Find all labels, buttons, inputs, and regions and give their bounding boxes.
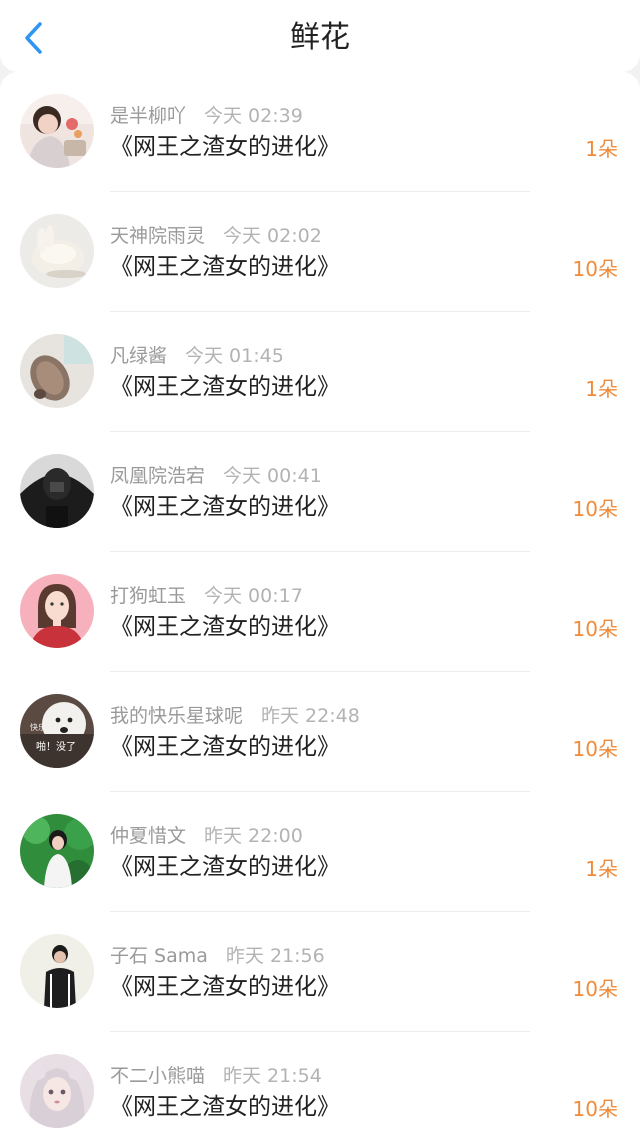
top-bar: 鲜花 [0,0,640,72]
flower-count: 10朵 [572,617,618,641]
flower-count: 10朵 [572,737,618,761]
flower-count: 1朵 [585,377,618,401]
user-name[interactable]: 打狗虹玉 [110,585,186,607]
avatar[interactable] [20,454,94,528]
timestamp: 昨天 21:56 [225,945,325,967]
user-name[interactable]: 仲夏惜文 [110,825,186,847]
user-name[interactable]: 不二小熊喵 [110,1065,205,1087]
user-name[interactable]: 子石 Sama [110,945,208,967]
timestamp: 今天 02:02 [223,225,322,247]
avatar-image [20,934,94,1008]
timestamp: 今天 01:45 [185,345,284,367]
avatar-image [20,94,94,168]
timestamp: 昨天 22:48 [261,705,360,727]
list-item[interactable]: 仲夏惜文 昨天 22:00 《网王之渣女的进化》 1朵 [0,792,640,912]
avatar[interactable] [20,934,94,1008]
item-meta: 我的快乐星球呢 昨天 22:48 [110,702,360,730]
list-item[interactable]: 打狗虹玉 今天 00:17 《网王之渣女的进化》 10朵 [0,552,640,672]
page-title: 鲜花 [290,20,350,55]
list-item[interactable]: 凡绿酱 今天 01:45 《网王之渣女的进化》 1朵 [0,312,640,432]
avatar[interactable] [20,574,94,648]
list-item[interactable]: 天神院雨灵 今天 02:02 《网王之渣女的进化》 10朵 [0,192,640,312]
timestamp: 今天 00:41 [223,465,322,487]
list-item[interactable]: 是半柳吖 今天 02:39 《网王之渣女的进化》 1朵 [0,72,640,192]
avatar-caption: 啪！没了 [36,740,76,753]
avatar[interactable]: 快乐 啪！没了 [20,694,94,768]
user-name[interactable]: 是半柳吖 [110,105,186,127]
avatar-image [20,1054,94,1128]
flower-count: 10朵 [572,1097,618,1121]
item-meta: 天神院雨灵 今天 02:02 [110,222,322,250]
timestamp: 今天 00:17 [204,585,303,607]
book-title[interactable]: 《网王之渣女的进化》 [110,730,340,764]
user-name[interactable]: 凤凰院浩宕 [110,465,205,487]
avatar-image [20,214,94,288]
avatar[interactable] [20,814,94,888]
flower-count: 10朵 [572,257,618,281]
user-name[interactable]: 天神院雨灵 [110,225,205,247]
avatar[interactable] [20,214,94,288]
timestamp: 今天 02:39 [204,105,303,127]
flower-count: 10朵 [572,497,618,521]
list-item[interactable]: 凤凰院浩宕 今天 00:41 《网王之渣女的进化》 10朵 [0,432,640,552]
book-title[interactable]: 《网王之渣女的进化》 [110,490,340,524]
item-meta: 凤凰院浩宕 今天 00:41 [110,462,322,490]
list-item[interactable]: 快乐 啪！没了 我的快乐星球呢 昨天 22:48 《网王之渣女的进化》 10朵 [0,672,640,792]
item-meta: 仲夏惜文 昨天 22:00 [110,822,303,850]
timestamp: 昨天 21:54 [223,1065,322,1087]
flower-count: 1朵 [585,137,618,161]
avatar-caption: 快乐 [30,722,46,732]
book-title[interactable]: 《网王之渣女的进化》 [110,850,340,884]
avatar-image [20,454,94,528]
flower-list: 是半柳吖 今天 02:39 《网王之渣女的进化》 1朵 天神院雨灵 今天 02:02… [0,72,640,1143]
avatar[interactable] [20,94,94,168]
avatar-image: 快乐 啪！没了 [20,694,94,768]
avatar[interactable] [20,1054,94,1128]
item-meta: 是半柳吖 今天 02:39 [110,102,303,130]
book-title[interactable]: 《网王之渣女的进化》 [110,970,340,1004]
item-meta: 子石 Sama 昨天 21:56 [110,942,325,970]
item-meta: 凡绿酱 今天 01:45 [110,342,284,370]
book-title[interactable]: 《网王之渣女的进化》 [110,130,340,164]
book-title[interactable]: 《网王之渣女的进化》 [110,610,340,644]
book-title[interactable]: 《网王之渣女的进化》 [110,1090,340,1124]
avatar-image [20,574,94,648]
item-meta: 不二小熊喵 昨天 21:54 [110,1062,322,1090]
list-item[interactable]: 子石 Sama 昨天 21:56 《网王之渣女的进化》 10朵 [0,912,640,1032]
item-meta: 打狗虹玉 今天 00:17 [110,582,303,610]
user-name[interactable]: 我的快乐星球呢 [110,705,243,727]
flower-count: 10朵 [572,977,618,1001]
avatar-image [20,814,94,888]
flower-count: 1朵 [585,857,618,881]
user-name[interactable]: 凡绿酱 [110,345,167,367]
avatar-image [20,334,94,408]
book-title[interactable]: 《网王之渣女的进化》 [110,250,340,284]
timestamp: 昨天 22:00 [204,825,303,847]
avatar[interactable] [20,334,94,408]
list-item[interactable]: 不二小熊喵 昨天 21:54 《网王之渣女的进化》 10朵 [0,1032,640,1143]
book-title[interactable]: 《网王之渣女的进化》 [110,370,340,404]
